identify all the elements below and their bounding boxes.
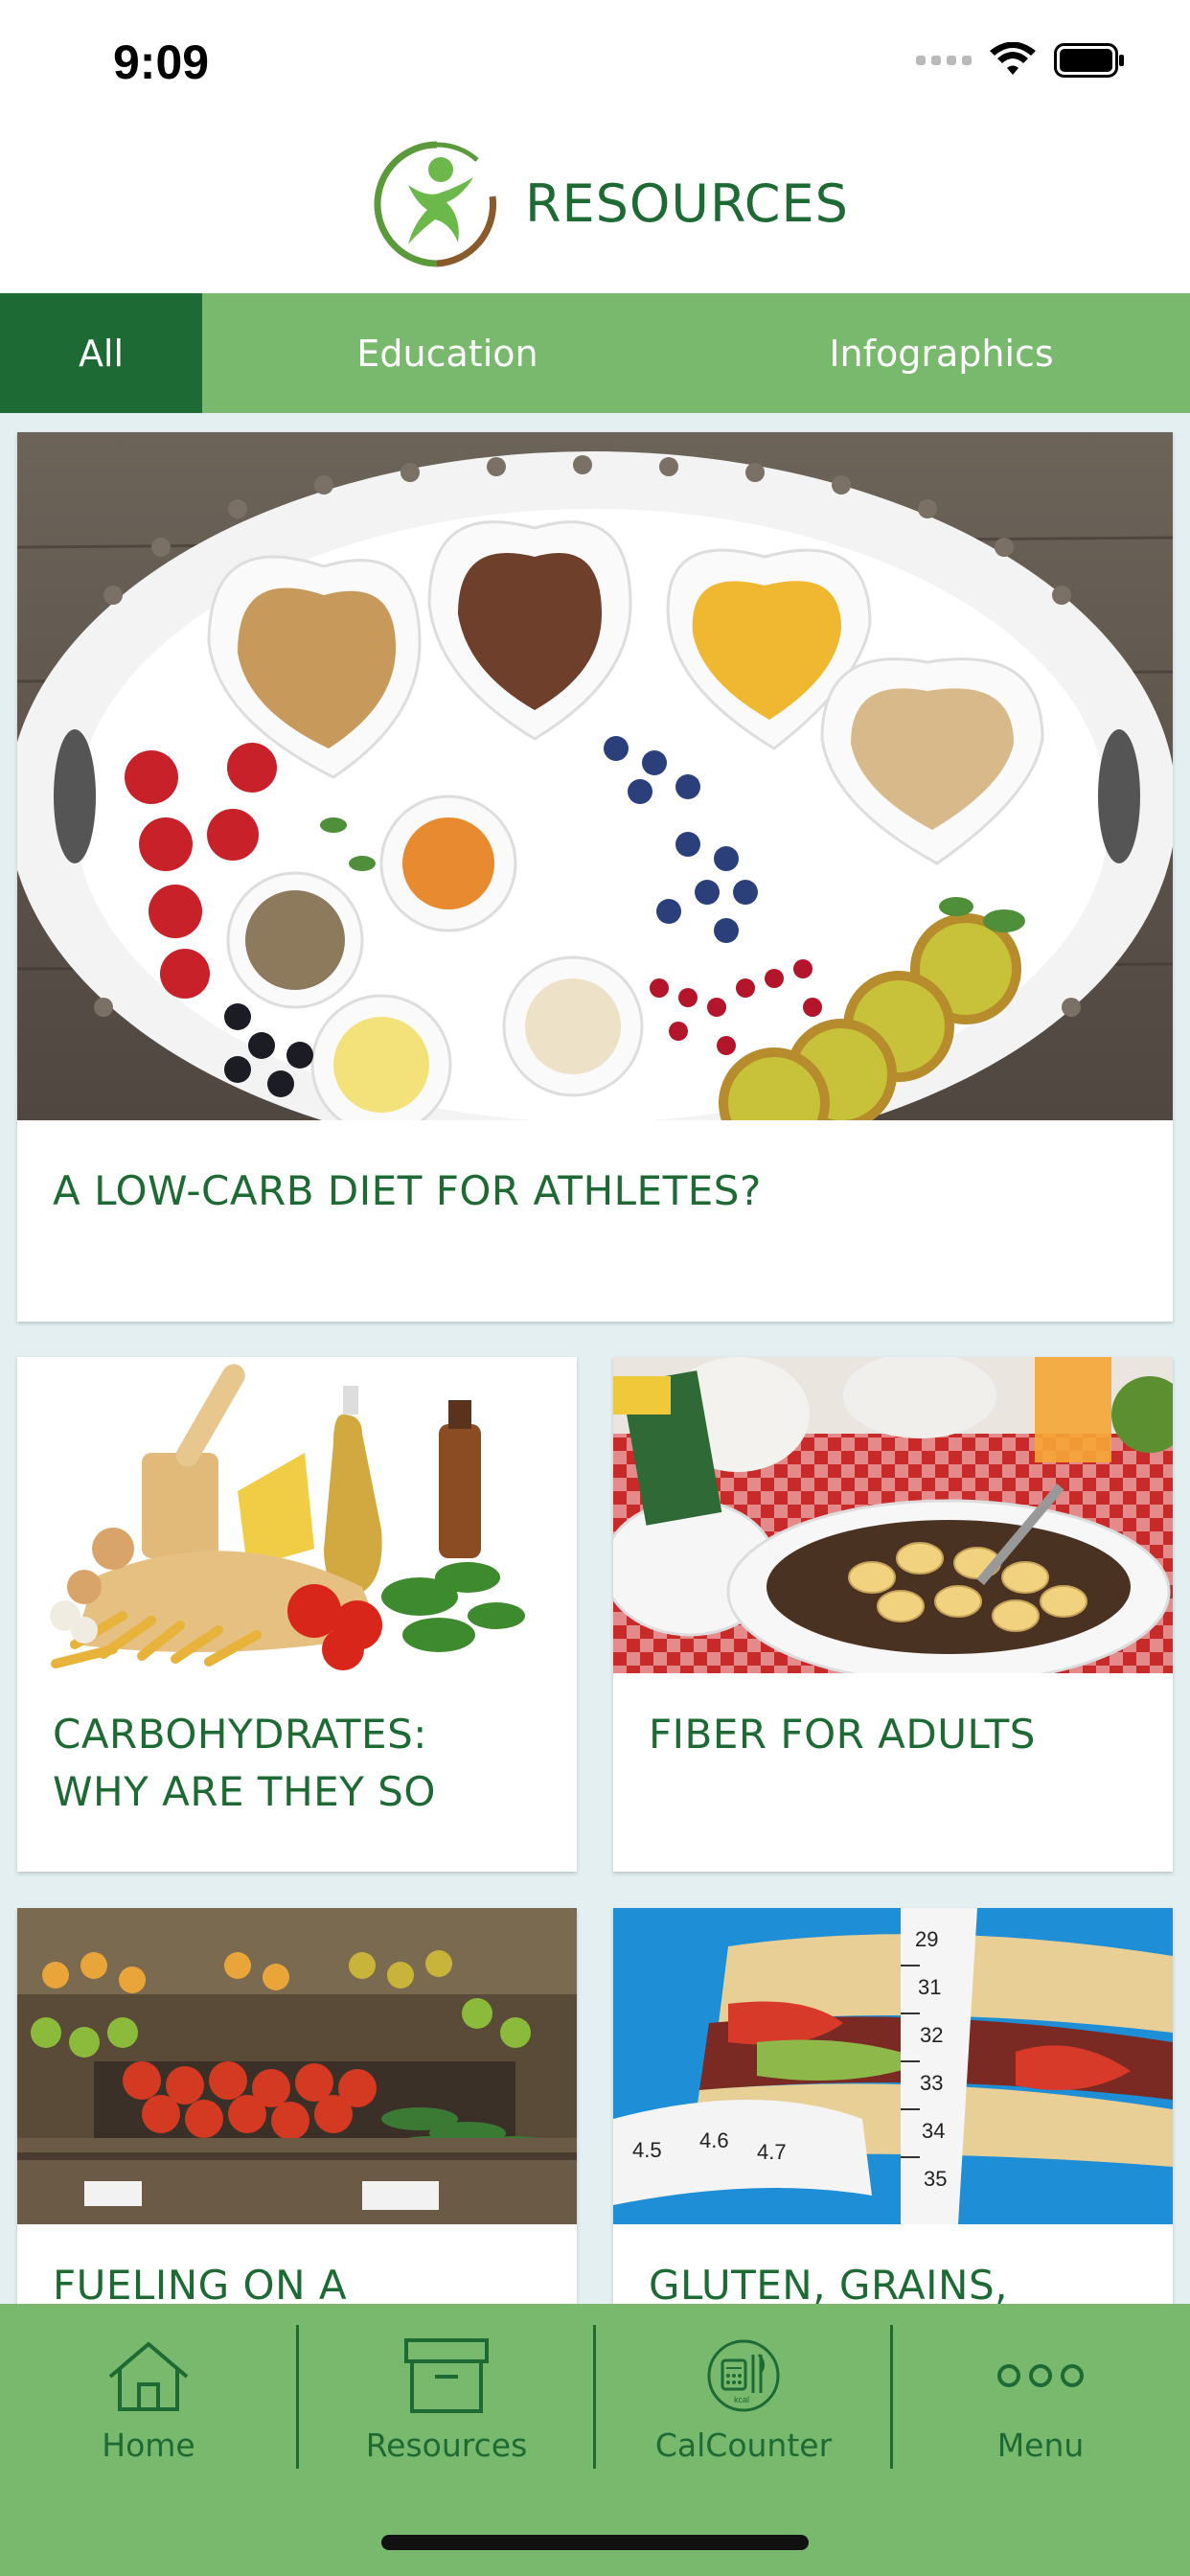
status-icons xyxy=(916,42,1125,79)
status-time: 9:09 xyxy=(113,35,210,89)
svg-text:33: 33 xyxy=(920,2071,943,2095)
nav-label: CalCounter xyxy=(654,2426,833,2464)
nav-home[interactable]: Home xyxy=(0,2333,297,2476)
brand: RESOURCES xyxy=(370,139,849,268)
svg-text:kcal: kcal xyxy=(734,2395,749,2404)
svg-text:29: 29 xyxy=(915,1927,938,1951)
card-title-line: WHY ARE THEY SO xyxy=(53,1768,436,1815)
card-title-line: CARBOHYDRATES: xyxy=(53,1711,427,1758)
cereal-bowl-photo xyxy=(613,1357,1173,1673)
nav-label: Menu xyxy=(996,2426,1085,2464)
svg-text:4.6: 4.6 xyxy=(699,2128,729,2152)
resource-card[interactable]: 29 31 32 33 34 35 4.5 4.6 4.7 GLUTEN, GRAINS, xyxy=(613,1908,1173,2304)
card-title: A LOW-CARB DIET FOR ATHLETES? xyxy=(53,1167,762,1214)
svg-text:31: 31 xyxy=(918,1975,941,1999)
resources-list: A LOW-CARB DIET FOR ATHLETES? CARBOHYDRA… xyxy=(0,413,1190,2304)
app-header: RESOURCES xyxy=(0,129,1190,293)
svg-text:35: 35 xyxy=(924,2167,947,2191)
status-bar: 9:09 xyxy=(0,0,1190,129)
resource-card[interactable]: CARBOHYDRATES: WHY ARE THEY SO xyxy=(17,1357,577,1872)
card-title: FIBER FOR ADULTS xyxy=(649,1711,1036,1758)
more-icon xyxy=(995,2333,1087,2419)
breakfast-tray-photo xyxy=(17,432,1173,1120)
svg-text:32: 32 xyxy=(920,2023,943,2047)
card-title: GLUTEN, GRAINS, xyxy=(649,2262,1008,2304)
box-icon xyxy=(402,2333,491,2419)
produce-market-photo xyxy=(17,1908,577,2224)
nav-menu[interactable]: Menu xyxy=(892,2333,1189,2476)
home-indicator[interactable] xyxy=(381,2535,809,2550)
battery-icon xyxy=(1054,43,1124,78)
tab-infographics[interactable]: Infographics xyxy=(693,293,1190,413)
page-title: RESOURCES xyxy=(525,173,849,234)
nav-label: Home xyxy=(102,2426,195,2464)
signal-icon xyxy=(916,56,972,65)
resource-card[interactable]: FIBER FOR ADULTS xyxy=(613,1357,1173,1872)
sandwich-tape-measure-photo: 29 31 32 33 34 35 4.5 4.6 4.7 xyxy=(613,1908,1173,2224)
resource-card[interactable]: FUELING ON A xyxy=(17,1908,577,2304)
card-title: CARBOHYDRATES: WHY ARE THEY SO xyxy=(53,1706,436,1821)
category-tabs: All Education Infographics xyxy=(0,293,1190,413)
tab-all[interactable]: All xyxy=(0,293,202,413)
card-title: FUELING ON A xyxy=(53,2262,348,2304)
home-icon xyxy=(104,2333,193,2419)
pasta-ingredients-photo xyxy=(17,1357,577,1673)
wifi-icon xyxy=(990,42,1036,75)
tab-education[interactable]: Education xyxy=(202,293,693,413)
svg-text:34: 34 xyxy=(922,2119,945,2143)
nav-calcounter[interactable]: kcal CalCounter xyxy=(595,2333,892,2476)
nav-label: Resources xyxy=(365,2426,528,2464)
calculator-icon: kcal xyxy=(705,2333,782,2419)
resource-card[interactable]: A LOW-CARB DIET FOR ATHLETES? xyxy=(17,432,1173,1322)
svg-text:4.5: 4.5 xyxy=(632,2138,662,2162)
nav-resources[interactable]: Resources xyxy=(298,2333,595,2476)
person-logo-icon xyxy=(374,141,497,267)
svg-text:4.7: 4.7 xyxy=(757,2140,787,2164)
